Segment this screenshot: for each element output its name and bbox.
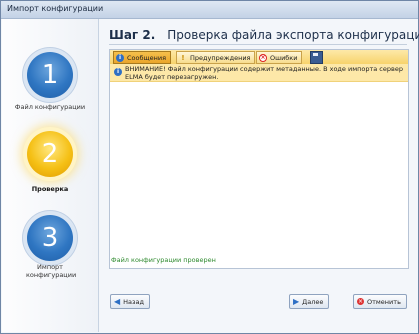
step-1-label: Файл конфигурации — [14, 103, 86, 111]
back-button-label: Назад — [123, 297, 144, 306]
import-config-window: Импорт конфигурации 1 Файл конфигурации … — [0, 0, 419, 334]
window-title: Импорт конфигурации — [7, 4, 104, 13]
warning-icon: ! — [181, 53, 185, 62]
filter-messages-label: Сообщения — [127, 53, 167, 62]
filter-warnings-label: Предупреждения — [190, 53, 251, 62]
filter-messages-button[interactable]: i Сообщения — [113, 51, 172, 64]
cancel-icon: × — [357, 298, 364, 305]
wizard-steps-sidebar: 1 Файл конфигурации 2 Проверка 3 Импорт … — [2, 19, 99, 332]
step-1-circle: 1 — [27, 52, 73, 98]
step-3-label: Импорт конфигурации — [26, 263, 77, 279]
error-icon: × — [259, 53, 267, 62]
message-text: ВНИМАНИЕ! Файл конфигурации содержит мет… — [125, 65, 403, 81]
filter-errors-label: Ошибки — [270, 53, 298, 62]
cancel-button[interactable]: × Отменить — [353, 294, 407, 309]
step-3-circle: 3 — [27, 215, 73, 261]
next-button[interactable]: ▶ Далее — [289, 294, 330, 309]
message-filter-toolbar: i Сообщения ! Предупреждения × Ошибки — [110, 50, 408, 65]
step-2-label: Проверка — [31, 185, 69, 193]
arrow-right-icon: ▶ — [293, 296, 300, 306]
step-heading: Шаг 2. Проверка файла экспорта конфигурац… — [109, 28, 419, 42]
filter-warnings-button[interactable]: ! Предупреждения — [176, 51, 256, 64]
save-icon[interactable] — [310, 51, 323, 64]
info-icon: i — [116, 53, 124, 62]
wizard-content: Шаг 2. Проверка файла экспорта конфигурац… — [109, 19, 419, 332]
validation-messages-panel: i Сообщения ! Предупреждения × Ошибки i … — [109, 49, 409, 269]
step-title: Проверка файла экспорта конфигурации — [167, 28, 419, 42]
validation-status: Файл конфигурации проверен — [111, 256, 216, 264]
filter-errors-button[interactable]: × Ошибки — [256, 51, 303, 64]
arrow-left-icon: ◀ — [114, 296, 121, 306]
heading-divider — [109, 44, 407, 45]
step-2-circle: 2 — [27, 131, 73, 177]
window-titlebar[interactable]: Импорт конфигурации — [1, 1, 418, 19]
next-button-label: Далее — [302, 297, 324, 306]
back-button[interactable]: ◀ Назад — [110, 294, 150, 309]
message-row: i ВНИМАНИЕ! Файл конфигурации содержит м… — [110, 64, 408, 82]
step-number: Шаг 2. — [109, 28, 156, 42]
cancel-button-label: Отменить — [367, 297, 401, 306]
info-icon: i — [114, 68, 122, 76]
